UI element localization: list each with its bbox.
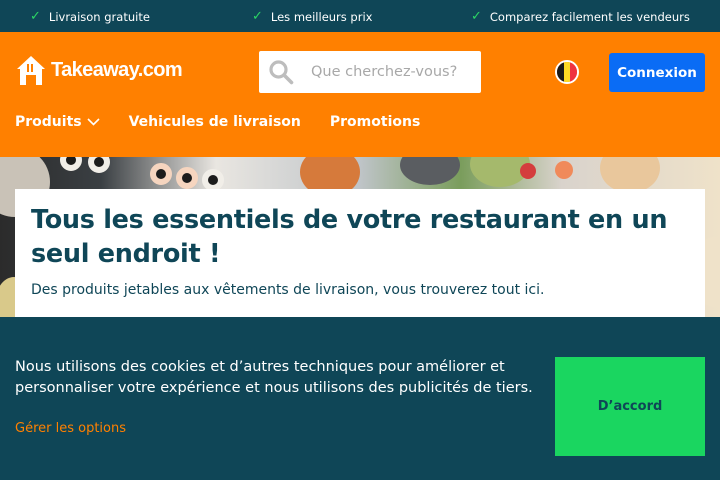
hero-subtitle: Des produits jetables aux vêtements de l…	[31, 282, 545, 298]
check-icon: ✓	[252, 9, 263, 24]
check-icon: ✓	[30, 9, 41, 24]
logo-text: Takeaway.com	[51, 59, 183, 81]
nav-item-label: Promotions	[329, 114, 421, 130]
search-icon[interactable]	[268, 59, 294, 85]
usp-label: Les meilleurs prix	[270, 10, 373, 24]
chevron-down-icon	[87, 118, 100, 126]
site-header: Takeaway.com Connexion Produits Vehicule…	[0, 32, 720, 157]
nav-item-label: Vehicules de livraison	[128, 114, 301, 130]
usp-bar: ✓ Livraison gratuite ✓ Les meilleurs pri…	[0, 0, 720, 32]
cookie-banner: Nous utilisons des cookies et d’autres t…	[0, 317, 720, 480]
accept-cookies-button[interactable]: D’accord	[555, 357, 705, 456]
house-icon	[17, 56, 45, 85]
search-input[interactable]	[311, 51, 476, 93]
nav-item-vehicules[interactable]: Vehicules de livraison	[129, 114, 301, 130]
check-icon: ✓	[471, 9, 482, 24]
nav-item-promotions[interactable]: Promotions	[330, 114, 420, 130]
hero-title: Tous les essentiels de votre restaurant …	[31, 205, 668, 269]
belgium-flag-icon[interactable]	[555, 60, 579, 84]
usp-item: ✓ Les meilleurs prix	[252, 10, 372, 24]
search-box[interactable]	[259, 51, 481, 93]
manage-options-link[interactable]: Gérer les options	[15, 421, 126, 436]
hero-card: Tous les essentiels de votre restaurant …	[15, 189, 705, 317]
main-nav: Produits Vehicules de livraison Promotio…	[15, 114, 449, 130]
usp-label: Livraison gratuite	[48, 10, 150, 24]
login-button[interactable]: Connexion	[609, 53, 705, 92]
cookie-message: Nous utilisons des cookies et d’autres t…	[15, 359, 533, 396]
site-logo[interactable]: Takeaway.com	[16, 55, 183, 86]
usp-item: ✓ Comparez facilement les vendeurs	[471, 10, 690, 24]
nav-item-label: Produits	[15, 114, 82, 130]
usp-label: Comparez facilement les vendeurs	[489, 10, 690, 24]
nav-item-produits[interactable]: Produits	[15, 114, 100, 130]
usp-item: ✓ Livraison gratuite	[30, 10, 150, 24]
